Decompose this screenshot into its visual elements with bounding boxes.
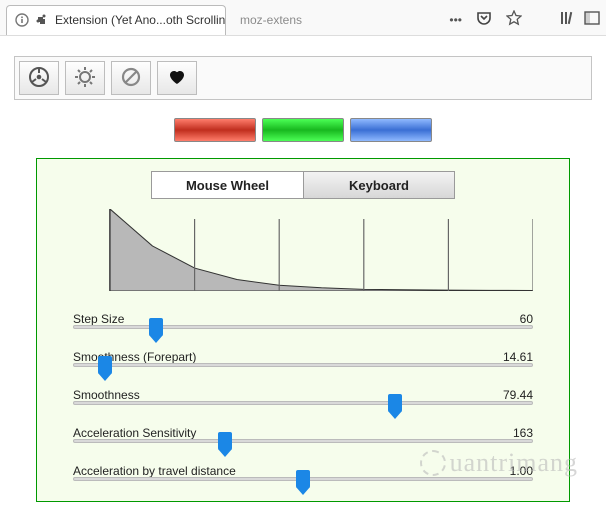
steering-button[interactable] [19, 61, 59, 95]
slider-label: Smoothness [73, 388, 140, 402]
heart-icon [167, 67, 187, 90]
url-text: moz-extens [240, 13, 449, 27]
extension-icon [35, 13, 49, 27]
color-blue-button[interactable] [350, 118, 432, 142]
info-icon [15, 13, 29, 27]
url-actions: ••• [449, 10, 526, 29]
slider-thumb[interactable] [98, 356, 112, 374]
slider-row: Step Size 60 [73, 305, 533, 333]
heart-button[interactable] [157, 61, 197, 95]
pocket-icon[interactable] [476, 10, 492, 29]
slider-thumb[interactable] [218, 432, 232, 450]
slider-value: 14.61 [503, 350, 533, 364]
sidebar-icon[interactable] [584, 10, 600, 29]
browser-tab[interactable]: Extension (Yet Ano...oth Scrolling WE) [6, 5, 226, 35]
tab-keyboard[interactable]: Keyboard [303, 171, 455, 199]
slider-track[interactable] [73, 401, 533, 405]
slider-track[interactable] [73, 325, 533, 329]
tab-mouse-wheel[interactable]: Mouse Wheel [151, 171, 303, 199]
slider-label: Smoothness (Forepart) [73, 350, 196, 364]
slider-track[interactable] [73, 363, 533, 367]
color-row [14, 118, 592, 142]
response-chart [109, 209, 533, 291]
tab-title: Extension (Yet Ano...oth Scrolling WE) [55, 13, 226, 27]
slider-value: 60 [520, 312, 533, 326]
gear-button[interactable] [65, 61, 105, 95]
slider-thumb[interactable] [296, 470, 310, 488]
slider-row: Acceleration Sensitivity 163 [73, 419, 533, 447]
toolbar [14, 56, 592, 100]
settings-tabs: Mouse Wheel Keyboard [51, 171, 555, 199]
color-red-button[interactable] [174, 118, 256, 142]
slider-label: Step Size [73, 312, 124, 326]
slider-value: 79.44 [503, 388, 533, 402]
more-icon[interactable]: ••• [449, 13, 462, 27]
browser-chrome: Extension (Yet Ano...oth Scrolling WE) m… [0, 0, 606, 36]
star-icon[interactable] [506, 10, 522, 29]
slider-value: 1.00 [510, 464, 533, 478]
slider-thumb[interactable] [388, 394, 402, 412]
settings-panel: Mouse Wheel Keyboard Step Size 60 Smoothne… [36, 158, 570, 502]
slider-row: Smoothness (Forepart) 14.61 [73, 343, 533, 371]
slider-row: Acceleration by travel distance 1.00 [73, 457, 533, 485]
gear-icon [74, 66, 96, 91]
extension-content: Mouse Wheel Keyboard Step Size 60 Smoothne… [0, 36, 606, 512]
color-green-button[interactable] [262, 118, 344, 142]
library-icon[interactable] [560, 10, 576, 29]
sliders-group: Step Size60Smoothness (Forepart)14.61Smo… [51, 305, 555, 485]
slider-label: Acceleration by travel distance [73, 464, 236, 478]
slider-track[interactable] [73, 439, 533, 443]
slider-row: Smoothness 79.44 [73, 381, 533, 409]
blocked-button[interactable] [111, 61, 151, 95]
blocked-icon [120, 66, 142, 91]
slider-thumb[interactable] [149, 318, 163, 336]
url-bar[interactable]: moz-extens ••• [236, 7, 530, 33]
slider-value: 163 [513, 426, 533, 440]
steering-icon [28, 66, 50, 91]
chrome-right-icons [560, 10, 600, 29]
slider-label: Acceleration Sensitivity [73, 426, 196, 440]
